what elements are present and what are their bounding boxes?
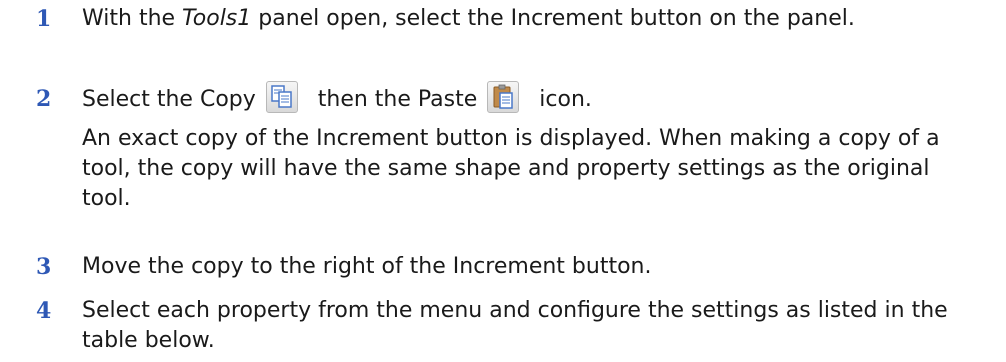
step-text: Select each property from the menu and c… — [82, 298, 948, 353]
step-text-part: panel open, select the Increment button … — [251, 6, 855, 31]
step-text-part: icon. — [539, 87, 592, 112]
step-number: 1 — [36, 6, 52, 32]
panel-name: Tools1 — [182, 6, 252, 31]
step-number: 2 — [36, 86, 52, 112]
step-text: Move the copy to the right of the Increm… — [82, 254, 652, 279]
step-number: 4 — [36, 298, 52, 324]
paste-icon — [487, 81, 520, 113]
step-number: 3 — [36, 254, 52, 280]
step-text: With the Tools1 panel open, select the I… — [82, 4, 972, 34]
step-text-part: Select the Copy — [82, 87, 256, 112]
step-note: An exact copy of the Increment button is… — [82, 126, 940, 211]
copy-icon — [265, 81, 298, 113]
step-text-part: then the Paste — [317, 87, 478, 112]
instruction-page: { "steps": [ { "number": "1", "before": … — [0, 0, 1006, 362]
step-text-part: With the — [82, 6, 183, 31]
step-text: Select the Copy then the Paste icon. — [82, 81, 972, 116]
